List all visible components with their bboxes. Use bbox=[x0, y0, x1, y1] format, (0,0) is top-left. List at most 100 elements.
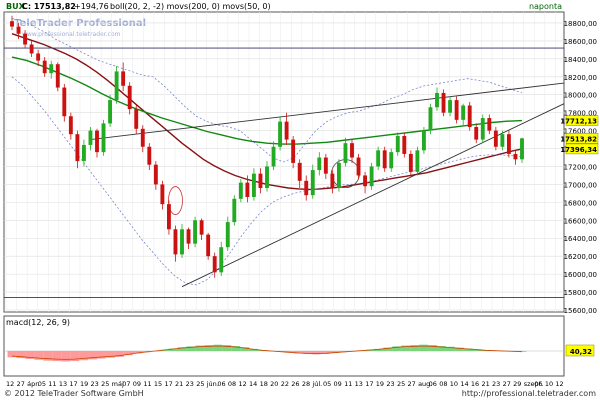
candle-up bbox=[219, 247, 223, 272]
candle-up bbox=[344, 143, 348, 163]
x-tick-label: 17 bbox=[365, 380, 373, 388]
macd-bar bbox=[61, 351, 70, 362]
candle-down bbox=[330, 174, 334, 188]
x-tick-label: 26 bbox=[291, 380, 299, 388]
x-tick-label: 13 bbox=[59, 380, 67, 388]
x-tick-label: 17 bbox=[69, 380, 77, 388]
x-tick-label: 29 bbox=[513, 380, 521, 388]
x-tick-label: 13 bbox=[355, 380, 363, 388]
candle-down bbox=[17, 27, 21, 34]
candle-down bbox=[468, 105, 472, 127]
candle-up bbox=[272, 147, 276, 167]
x-tick-label: 07 bbox=[122, 380, 130, 388]
x-tick-label: 09 bbox=[133, 380, 141, 388]
candle-up bbox=[337, 163, 341, 188]
candle-up bbox=[278, 122, 282, 147]
x-tick-label: 12 bbox=[6, 380, 14, 388]
macd-panel bbox=[4, 316, 564, 376]
y-tick-label: 16000,00 bbox=[564, 271, 597, 279]
candle-down bbox=[363, 175, 367, 186]
x-tick-label: 12 bbox=[238, 380, 246, 388]
candle-down bbox=[324, 158, 328, 174]
candle-up bbox=[422, 131, 426, 151]
header-change: +194,76 bbox=[74, 2, 109, 11]
y-tick-label: 18600,00 bbox=[564, 38, 597, 46]
candle-down bbox=[357, 158, 361, 176]
candle-down bbox=[514, 154, 518, 159]
candle-down bbox=[128, 86, 132, 109]
candle-up bbox=[89, 131, 93, 145]
candle-down bbox=[455, 100, 459, 120]
candle-down bbox=[154, 165, 158, 185]
candle-up bbox=[435, 93, 439, 107]
x-tick-label: 06 bbox=[429, 380, 437, 388]
candle-down bbox=[206, 235, 210, 257]
candle-down bbox=[75, 134, 79, 161]
x-tick-label: 18 bbox=[260, 380, 268, 388]
candle-down bbox=[69, 116, 73, 134]
footer-url: http://professional.teletrader.com bbox=[462, 389, 596, 398]
price-tag-label: 17712,13 bbox=[560, 118, 597, 126]
candle-up bbox=[376, 150, 380, 166]
x-tick-label: 06 bbox=[534, 380, 542, 388]
y-tick-label: 15800,00 bbox=[564, 289, 597, 297]
x-tick-label: 17 bbox=[164, 380, 172, 388]
x-tick-label: 19 bbox=[80, 380, 88, 388]
candle-down bbox=[30, 44, 34, 53]
header-quote: C: 17513,82 bbox=[22, 2, 76, 11]
x-tick-label: 22 bbox=[281, 380, 289, 388]
candle-down bbox=[95, 131, 99, 153]
candle-down bbox=[121, 71, 125, 85]
x-tick-label: 14 bbox=[249, 380, 257, 388]
candle-up bbox=[115, 71, 119, 100]
candle-down bbox=[291, 140, 295, 163]
x-tick-label: júl. bbox=[311, 380, 322, 388]
candle-down bbox=[383, 150, 387, 168]
y-tick-label: 16200,00 bbox=[564, 253, 597, 261]
x-tick-label: 25 bbox=[101, 380, 109, 388]
y-tick-label: 18800,00 bbox=[564, 20, 597, 28]
candle-down bbox=[23, 34, 27, 45]
price-tag-label: 17513,82 bbox=[560, 135, 597, 143]
candle-up bbox=[265, 166, 269, 188]
candle-down bbox=[10, 21, 14, 26]
candle-up bbox=[252, 174, 256, 197]
candle-up bbox=[82, 145, 86, 161]
candle-down bbox=[487, 118, 491, 131]
candle-up bbox=[317, 158, 321, 171]
candle-down bbox=[200, 220, 204, 234]
candle-up bbox=[500, 134, 504, 147]
candle-down bbox=[160, 184, 164, 204]
stock-chart: BUX C: 17513,82 +194,76 boll(20, 2, -2) … bbox=[0, 0, 600, 400]
candle-down bbox=[147, 147, 151, 165]
candle-up bbox=[180, 229, 184, 254]
candle-up bbox=[415, 150, 419, 172]
x-tick-label: 08 bbox=[439, 380, 447, 388]
x-tick-label: 10 bbox=[545, 380, 553, 388]
candle-up bbox=[481, 118, 485, 140]
x-tick-label: 05 bbox=[38, 380, 46, 388]
candle-down bbox=[43, 61, 47, 74]
candle-up bbox=[108, 100, 112, 123]
header-period: naponta bbox=[529, 2, 562, 11]
x-tick-label: 27 bbox=[17, 380, 25, 388]
x-tick-label: 11 bbox=[344, 380, 352, 388]
x-tick-label: 15 bbox=[154, 380, 162, 388]
candle-up bbox=[370, 166, 374, 186]
candle-up bbox=[311, 170, 315, 195]
x-tick-label: 10 bbox=[450, 380, 458, 388]
candle-up bbox=[389, 152, 393, 168]
candle-down bbox=[174, 229, 178, 254]
candle-up bbox=[226, 222, 230, 247]
candle-down bbox=[259, 174, 263, 188]
y-tick-label: 18200,00 bbox=[564, 74, 597, 82]
candle-down bbox=[56, 64, 60, 87]
header-indicators: boll(20, 2, -2) movs(200, 0) movs(50, 0) bbox=[110, 2, 271, 11]
candle-down bbox=[213, 256, 217, 272]
watermark-url: www.professional.teletrader.com bbox=[22, 31, 121, 38]
candle-up bbox=[520, 138, 524, 159]
candle-down bbox=[507, 134, 511, 154]
x-tick-label: 25 bbox=[196, 380, 204, 388]
candle-up bbox=[232, 199, 236, 222]
macd-value-label: 40,32 bbox=[570, 348, 592, 356]
